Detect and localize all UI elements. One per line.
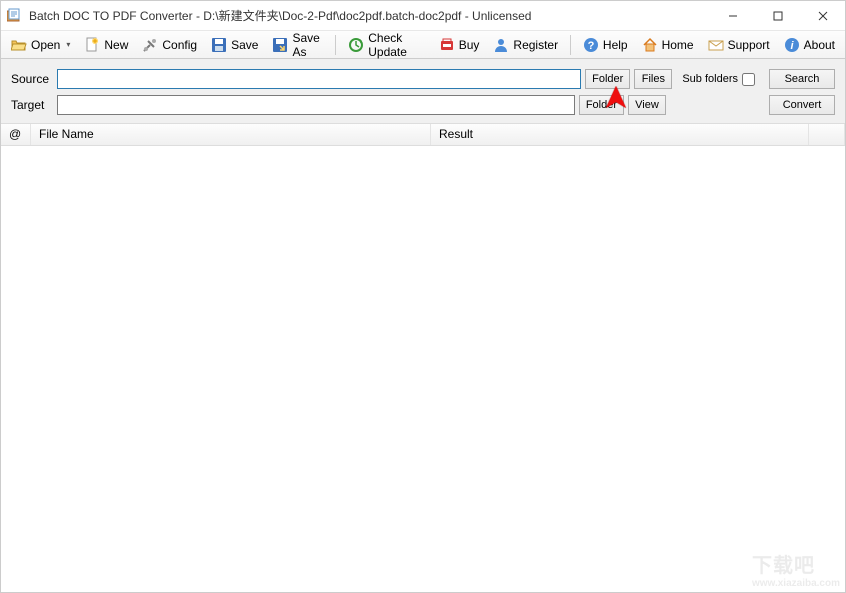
home-button[interactable]: Home [636, 34, 700, 56]
target-folder-button[interactable]: Folder [579, 95, 624, 115]
list-body[interactable] [1, 146, 845, 592]
toolbar-separator [335, 35, 336, 55]
window-title: Batch DOC TO PDF Converter - D:\新建文件夹\Do… [29, 7, 710, 24]
about-label: About [804, 38, 835, 52]
col-header-end[interactable] [809, 124, 845, 145]
app-icon [7, 8, 23, 24]
help-icon: ? [583, 37, 599, 53]
toolbar-separator [570, 35, 571, 55]
main-toolbar: Open ▾ New Config Save Save As Check Upd… [1, 31, 845, 59]
new-label: New [104, 38, 128, 52]
home-icon [642, 37, 658, 53]
buy-button[interactable]: Buy [433, 34, 486, 56]
home-label: Home [662, 38, 694, 52]
open-button[interactable]: Open ▾ [5, 34, 76, 56]
target-row: Target Folder View Convert [11, 95, 835, 115]
sub-folders-checkbox[interactable] [742, 73, 755, 86]
col-header-filename[interactable]: File Name [31, 124, 431, 145]
support-label: Support [728, 38, 770, 52]
register-button[interactable]: Register [487, 34, 564, 56]
save-icon [211, 37, 227, 53]
check-update-label: Check Update [368, 31, 425, 59]
save-as-button[interactable]: Save As [266, 28, 329, 62]
config-button[interactable]: Config [136, 34, 203, 56]
register-icon [493, 37, 509, 53]
source-input[interactable] [57, 69, 581, 89]
minimize-button[interactable] [710, 1, 755, 30]
source-row: Source Folder Files Sub folders Search [11, 69, 835, 89]
config-label: Config [162, 38, 197, 52]
folder-open-icon [11, 37, 27, 53]
source-files-button[interactable]: Files [634, 69, 672, 89]
support-icon [708, 37, 724, 53]
app-window: Batch DOC TO PDF Converter - D:\新建文件夹\Do… [0, 0, 846, 593]
col-header-at[interactable]: @ [1, 124, 31, 145]
update-icon [348, 37, 364, 53]
help-button[interactable]: ? Help [577, 34, 634, 56]
buy-label: Buy [459, 38, 480, 52]
source-label: Source [11, 72, 53, 86]
check-update-button[interactable]: Check Update [342, 28, 431, 62]
buy-icon [439, 37, 455, 53]
form-area: Source Folder Files Sub folders Search T… [1, 59, 845, 124]
save-label: Save [231, 38, 258, 52]
help-label: Help [603, 38, 628, 52]
new-file-icon [84, 37, 100, 53]
save-as-label: Save As [292, 31, 323, 59]
dropdown-arrow-icon: ▾ [66, 40, 70, 49]
maximize-button[interactable] [755, 1, 800, 30]
svg-text:?: ? [588, 40, 595, 52]
about-icon: i [784, 37, 800, 53]
config-icon [142, 37, 158, 53]
target-view-button[interactable]: View [628, 95, 666, 115]
support-button[interactable]: Support [702, 34, 776, 56]
convert-button[interactable]: Convert [769, 95, 835, 115]
sub-folders-label: Sub folders [682, 73, 738, 85]
titlebar: Batch DOC TO PDF Converter - D:\新建文件夹\Do… [1, 1, 845, 31]
search-button[interactable]: Search [769, 69, 835, 89]
close-button[interactable] [800, 1, 845, 30]
target-input[interactable] [57, 95, 575, 115]
window-controls [710, 1, 845, 30]
save-as-icon [272, 37, 288, 53]
save-button[interactable]: Save [205, 34, 264, 56]
list-header: @ File Name Result [1, 124, 845, 146]
open-label: Open [31, 38, 60, 52]
new-button[interactable]: New [78, 34, 134, 56]
target-label: Target [11, 98, 53, 112]
col-header-result[interactable]: Result [431, 124, 809, 145]
source-folder-button[interactable]: Folder [585, 69, 630, 89]
register-label: Register [513, 38, 558, 52]
file-list: @ File Name Result [1, 124, 845, 592]
about-button[interactable]: i About [778, 34, 841, 56]
